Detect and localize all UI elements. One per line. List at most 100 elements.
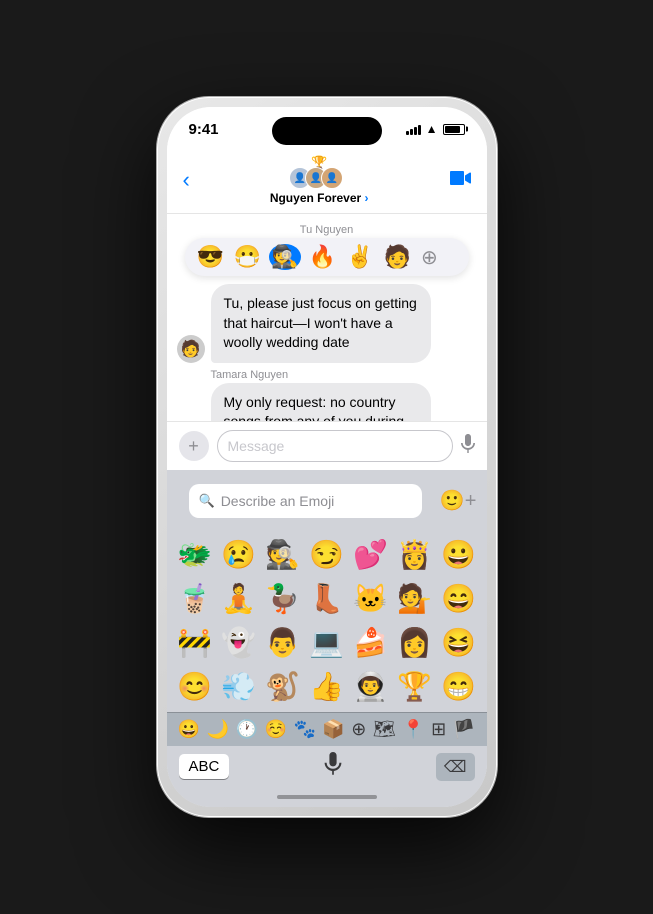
group-info[interactable]: 🏆 👤 👤 👤 Nguyen Forever › [270,155,369,205]
reaction-emoji-2[interactable]: 🕵️ [269,244,300,270]
emoji-woman-curly[interactable]: 👩 [393,620,437,664]
emoji-cake[interactable]: 🍰 [349,620,393,664]
status-time: 9:41 [189,121,219,138]
emoji-grid: 🐲 😢 🕵️ 😏 💕 👸 😀 🧋 🧘 🦆 👢 🐱 💁 😄 [167,528,487,712]
message-input-bar: + Message [167,421,487,470]
status-bar: 9:41 ▲ [167,107,487,151]
reaction-emoji-0[interactable]: 😎 [195,244,226,270]
signal-bars [406,123,421,135]
reaction-add-button[interactable]: ⊕ [421,245,438,270]
toolbar-clock-icon[interactable]: 🕐 [236,719,258,740]
emoji-cloud[interactable]: 💨 [217,664,261,708]
emoji-trophy[interactable]: 🏆 [393,664,437,708]
emoji-sticker-button[interactable]: 🙂+ [440,488,477,513]
emoji-reaction-bar[interactable]: 😎 😷 🕵️ 🔥 ✌️ 🧑 ⊕ [185,238,469,276]
toolbar-map-icon[interactable]: 🗺 [373,719,396,740]
emoji-man-dark[interactable]: 👨 [261,620,305,664]
mic-button[interactable] [461,434,475,459]
abc-label: ABC [189,758,220,775]
battery-icon [443,124,465,135]
avatar-3: 👤 [321,167,343,189]
signal-bar-4 [418,125,421,135]
emoji-keyboard: 🔍 Describe an Emoji 🙂+ 🐲 😢 🕵️ 😏 💕 👸 😀 [167,470,487,807]
phone-frame: 9:41 ▲ ‹ [157,97,497,817]
video-call-button[interactable] [449,170,471,191]
emoji-thumbsup[interactable]: 👍 [305,664,349,708]
bubble-text-1: Tu, please just focus on getting that ha… [224,295,417,350]
message-input[interactable]: Message [217,430,453,462]
emoji-laugh[interactable]: 😆 [437,620,481,664]
mic-icon [461,434,475,454]
status-icons: ▲ [406,122,465,136]
reaction-emoji-3[interactable]: 🔥 [307,244,338,270]
reaction-emoji-5[interactable]: 🧑 [382,244,413,270]
group-name-arrow: › [361,191,368,205]
emoji-wink[interactable]: 😏 [305,532,349,576]
bubble-text-2: My only request: no country songs from a… [224,394,405,421]
abc-button[interactable]: ABC [179,754,230,779]
search-placeholder-text: Describe an Emoji [221,493,412,509]
signal-bar-1 [406,131,409,135]
kb-mic-icon [324,752,342,776]
messages-container: Tu Nguyen 😎 😷 🕵️ 🔥 ✌️ 🧑 ⊕ [167,214,487,421]
emoji-yoga[interactable]: 🧘 [217,576,261,620]
search-icon: 🔍 [199,493,215,509]
emoji-grin[interactable]: 😀 [437,532,481,576]
emoji-boots[interactable]: 👢 [305,576,349,620]
delete-icon: ⌫ [444,759,467,776]
toolbar-moon-icon[interactable]: 🌙 [207,719,229,740]
emoji-laptop[interactable]: 💻 [305,620,349,664]
group-name-text: Nguyen Forever [270,191,361,205]
emoji-duck[interactable]: 🦆 [261,576,305,620]
plus-icon: + [188,436,199,457]
reaction-bar-container: 😎 😷 🕵️ 🔥 ✌️ 🧑 ⊕ [177,238,477,276]
keyboard-bottom-bar: ABC ⌫ [167,746,487,787]
keyboard-toolbar: 😀 🌙 🕐 ☺️ 🐾 📦 ⊕ 🗺 📍 ⊞ 🏴 [167,712,487,746]
emoji-monkey[interactable]: 🐒 [261,664,305,708]
emoji-hearts[interactable]: 💕 [349,532,393,576]
emoji-cone[interactable]: 🚧 [173,620,217,664]
mic-keyboard-button[interactable] [324,752,342,781]
content-area: ‹ 🏆 👤 👤 👤 Nguyen Forever › [167,151,487,807]
toolbar-plus-icon[interactable]: ⊕ [351,719,366,740]
delete-button[interactable]: ⌫ [436,753,475,781]
message-placeholder: Message [228,438,285,454]
toolbar-grid-icon[interactable]: ⊞ [431,719,446,740]
avatar-sender-1: 🧑 [177,335,205,363]
reaction-emoji-4[interactable]: ✌️ [344,244,375,270]
add-attachment-button[interactable]: + [179,431,209,461]
sender-label-tu: Tu Nguyen [177,220,477,238]
messages-area: Tu Nguyen 😎 😷 🕵️ 🔥 ✌️ 🧑 ⊕ [167,214,487,421]
video-icon [449,170,471,186]
nav-header: ‹ 🏆 👤 👤 👤 Nguyen Forever › [167,151,487,214]
emoji-search-bar[interactable]: 🔍 Describe an Emoji [189,484,422,518]
home-bar [277,795,377,799]
emoji-boba[interactable]: 🧋 [173,576,217,620]
toolbar-face-icon[interactable]: ☺️ [265,719,287,740]
signal-bar-3 [414,127,417,135]
emoji-cat[interactable]: 🐱 [349,576,393,620]
emoji-dragon[interactable]: 🐲 [173,532,217,576]
toolbar-pin-icon[interactable]: 📍 [402,719,424,740]
emoji-ghost[interactable]: 👻 [217,620,261,664]
phone-screen: 9:41 ▲ ‹ [167,107,487,807]
toolbar-box-icon[interactable]: 📦 [322,719,344,740]
signal-bar-2 [410,129,413,135]
emoji-astronaut[interactable]: 👨‍🚀 [349,664,393,708]
toolbar-paw-icon[interactable]: 🐾 [293,719,315,740]
group-name[interactable]: Nguyen Forever › [270,191,369,205]
emoji-spy[interactable]: 🕵️ [261,532,305,576]
reaction-emoji-1[interactable]: 😷 [232,244,263,270]
emoji-crying[interactable]: 😢 [217,532,261,576]
sender-label-tamara: Tamara Nguyen [211,369,477,381]
emoji-princess[interactable]: 👸 [393,532,437,576]
emoji-relieved[interactable]: 😊 [173,664,217,708]
battery-fill [445,126,460,133]
emoji-person-tipping[interactable]: 💁 [393,576,437,620]
emoji-beaming[interactable]: 😁 [437,664,481,708]
emoji-smile[interactable]: 😄 [437,576,481,620]
toolbar-emoji-icon[interactable]: 😀 [178,719,200,740]
group-avatars: 🏆 👤 👤 👤 [289,155,349,191]
back-button[interactable]: ‹ [183,167,190,193]
toolbar-flag-icon[interactable]: 🏴 [453,719,475,740]
